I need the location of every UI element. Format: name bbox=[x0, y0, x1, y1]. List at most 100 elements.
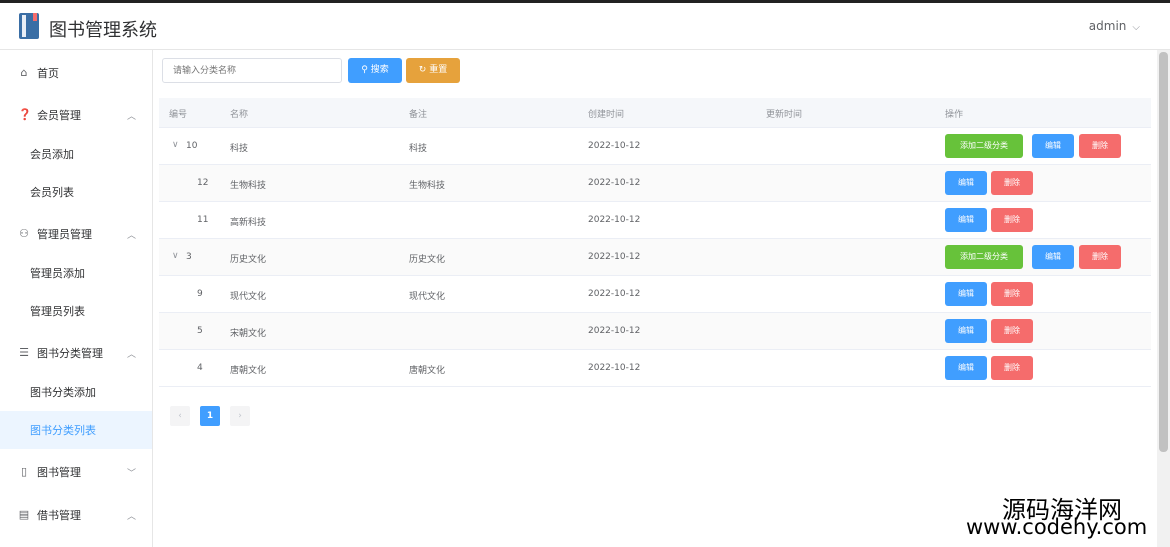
scrollbar[interactable] bbox=[1157, 50, 1170, 547]
cell-name: 科技 bbox=[230, 144, 249, 154]
edit-button[interactable]: 编辑 bbox=[1032, 245, 1074, 269]
edit-button[interactable]: 编辑 bbox=[945, 208, 987, 232]
sidebar: ⌂ 首页 ❓ 会员管理 ︿ 会员添加 会员列表 ⚇ 管理员管理 ︿ 管理员添加 … bbox=[0, 50, 153, 547]
cell-id: 12 bbox=[197, 178, 209, 188]
category-search-input[interactable] bbox=[162, 58, 342, 83]
column-header-note: 备注 bbox=[409, 110, 428, 120]
sidebar-item-borrow[interactable]: ▤ 借书管理 ︿ bbox=[0, 496, 152, 534]
sidebar-item-label: 图书管理 bbox=[37, 466, 81, 479]
sidebar-item-label: 图书分类列表 bbox=[30, 424, 96, 437]
table-row: ∨ 3 历史文化 历史文化 2022-10-12 添加二级分类 编辑 删除 bbox=[159, 239, 1151, 276]
sidebar-item-home[interactable]: ⌂ 首页 bbox=[0, 54, 152, 92]
column-header-created: 创建时间 bbox=[588, 110, 625, 120]
table-row: 5 宋朝文化 2022-10-12 编辑 删除 bbox=[159, 313, 1151, 350]
delete-button[interactable]: 删除 bbox=[991, 171, 1033, 195]
sidebar-item-admin-list[interactable]: 管理员列表 bbox=[0, 292, 152, 330]
cell-created: 2022-10-12 bbox=[588, 141, 641, 151]
cell-created: 2022-10-12 bbox=[588, 326, 641, 336]
sidebar-item-book-categories[interactable]: ☰ 图书分类管理 ︿ bbox=[0, 334, 152, 372]
page-number-current[interactable]: 1 bbox=[200, 406, 220, 426]
sidebar-item-label: 会员列表 bbox=[30, 186, 74, 199]
column-header-id: 编号 bbox=[169, 110, 188, 120]
edit-button[interactable]: 编辑 bbox=[945, 282, 987, 306]
user-icon: ⚇ bbox=[19, 227, 29, 240]
column-header-name: 名称 bbox=[230, 110, 249, 120]
search-button[interactable]: ⚲ 搜索 bbox=[348, 58, 402, 83]
reset-button[interactable]: ↻ 重置 bbox=[406, 58, 460, 83]
sidebar-item-label: 图书分类管理 bbox=[37, 347, 103, 360]
edit-button[interactable]: 编辑 bbox=[1032, 134, 1074, 158]
delete-button[interactable]: 删除 bbox=[1079, 245, 1121, 269]
chevron-down-icon[interactable]: ∨ bbox=[172, 251, 179, 261]
cell-id: 3 bbox=[186, 252, 192, 262]
add-subcategory-button[interactable]: 添加二级分类 bbox=[945, 134, 1023, 158]
cell-created: 2022-10-12 bbox=[588, 289, 641, 299]
add-subcategory-button[interactable]: 添加二级分类 bbox=[945, 245, 1023, 269]
delete-button[interactable]: 删除 bbox=[991, 208, 1033, 232]
sidebar-item-books[interactable]: ▯ 图书管理 ﹀ bbox=[0, 453, 152, 491]
delete-button[interactable]: 删除 bbox=[991, 356, 1033, 380]
sidebar-item-label: 首页 bbox=[37, 67, 59, 80]
prev-page-button[interactable]: ‹ bbox=[170, 406, 190, 426]
cell-created: 2022-10-12 bbox=[588, 252, 641, 262]
sidebar-item-admin-add[interactable]: 管理员添加 bbox=[0, 254, 152, 292]
delete-button[interactable]: 删除 bbox=[1079, 134, 1121, 158]
top-bar: 图书管理系统 admin ⌵ bbox=[0, 0, 1170, 50]
sliders-icon: ☰ bbox=[19, 346, 29, 359]
cell-name: 历史文化 bbox=[230, 255, 267, 265]
table-header: 编号 名称 备注 创建时间 更新时间 操作 bbox=[159, 98, 1151, 128]
sidebar-item-label: 管理员列表 bbox=[30, 305, 85, 318]
cell-id: 9 bbox=[197, 289, 203, 299]
sidebar-item-label: 会员管理 bbox=[37, 109, 81, 122]
home-icon: ⌂ bbox=[20, 66, 28, 79]
chevron-down-icon[interactable]: ∨ bbox=[172, 140, 179, 150]
sidebar-item-admins[interactable]: ⚇ 管理员管理 ︿ bbox=[0, 215, 152, 253]
next-page-button[interactable]: › bbox=[230, 406, 250, 426]
chevron-up-icon: ︿ bbox=[126, 111, 136, 122]
cell-id: 10 bbox=[186, 141, 198, 151]
cell-name: 宋朝文化 bbox=[230, 329, 267, 339]
table-row: 4 唐朝文化 唐朝文化 2022-10-12 编辑 删除 bbox=[159, 350, 1151, 387]
search-icon: ⚲ bbox=[361, 65, 368, 75]
table-row: 9 现代文化 现代文化 2022-10-12 编辑 删除 bbox=[159, 276, 1151, 313]
table-row: 12 生物科技 生物科技 2022-10-12 编辑 删除 bbox=[159, 165, 1151, 202]
cell-name: 唐朝文化 bbox=[230, 366, 267, 376]
sidebar-item-category-add[interactable]: 图书分类添加 bbox=[0, 373, 152, 411]
cell-id: 4 bbox=[197, 363, 203, 373]
sidebar-item-members[interactable]: ❓ 会员管理 ︿ bbox=[0, 96, 152, 134]
cell-note: 科技 bbox=[409, 144, 428, 154]
document-icon: ▤ bbox=[18, 508, 30, 521]
delete-button[interactable]: 删除 bbox=[991, 319, 1033, 343]
sidebar-item-category-list[interactable]: 图书分类列表 bbox=[0, 411, 152, 449]
edit-button[interactable]: 编辑 bbox=[945, 319, 987, 343]
user-menu[interactable]: admin ⌵ bbox=[1089, 19, 1140, 33]
cell-id: 11 bbox=[197, 215, 209, 225]
sidebar-item-member-add[interactable]: 会员添加 bbox=[0, 135, 152, 173]
cell-name: 现代文化 bbox=[230, 292, 267, 302]
cell-created: 2022-10-12 bbox=[588, 215, 641, 225]
app-title: 图书管理系统 bbox=[49, 20, 157, 41]
help-circle-icon: ❓ bbox=[18, 108, 32, 121]
chevron-up-icon: ︿ bbox=[126, 511, 136, 522]
table-row: ∨ 10 科技 科技 2022-10-12 添加二级分类 编辑 删除 bbox=[159, 128, 1151, 165]
book-logo-icon bbox=[19, 13, 39, 39]
edit-button[interactable]: 编辑 bbox=[945, 356, 987, 380]
chevron-up-icon: ︿ bbox=[126, 349, 136, 360]
book-icon: ▯ bbox=[20, 465, 28, 478]
sidebar-item-label: 会员添加 bbox=[30, 148, 74, 161]
edit-button[interactable]: 编辑 bbox=[945, 171, 987, 195]
cell-name: 生物科技 bbox=[230, 181, 267, 191]
sidebar-item-member-list[interactable]: 会员列表 bbox=[0, 173, 152, 211]
cell-created: 2022-10-12 bbox=[588, 178, 641, 188]
username: admin bbox=[1088, 19, 1127, 33]
cell-note: 现代文化 bbox=[409, 292, 446, 302]
delete-button[interactable]: 删除 bbox=[991, 282, 1033, 306]
sidebar-item-label: 管理员添加 bbox=[30, 267, 85, 280]
sidebar-item-label: 图书分类添加 bbox=[30, 386, 96, 399]
scrollbar-thumb[interactable] bbox=[1159, 52, 1168, 452]
watermark-url: www.codehy.com bbox=[966, 515, 1148, 539]
chevron-up-icon: ︿ bbox=[126, 230, 136, 241]
cell-note: 唐朝文化 bbox=[409, 366, 446, 376]
sidebar-item-label: 借书管理 bbox=[37, 509, 81, 522]
table-row: 11 高新科技 2022-10-12 编辑 删除 bbox=[159, 202, 1151, 239]
